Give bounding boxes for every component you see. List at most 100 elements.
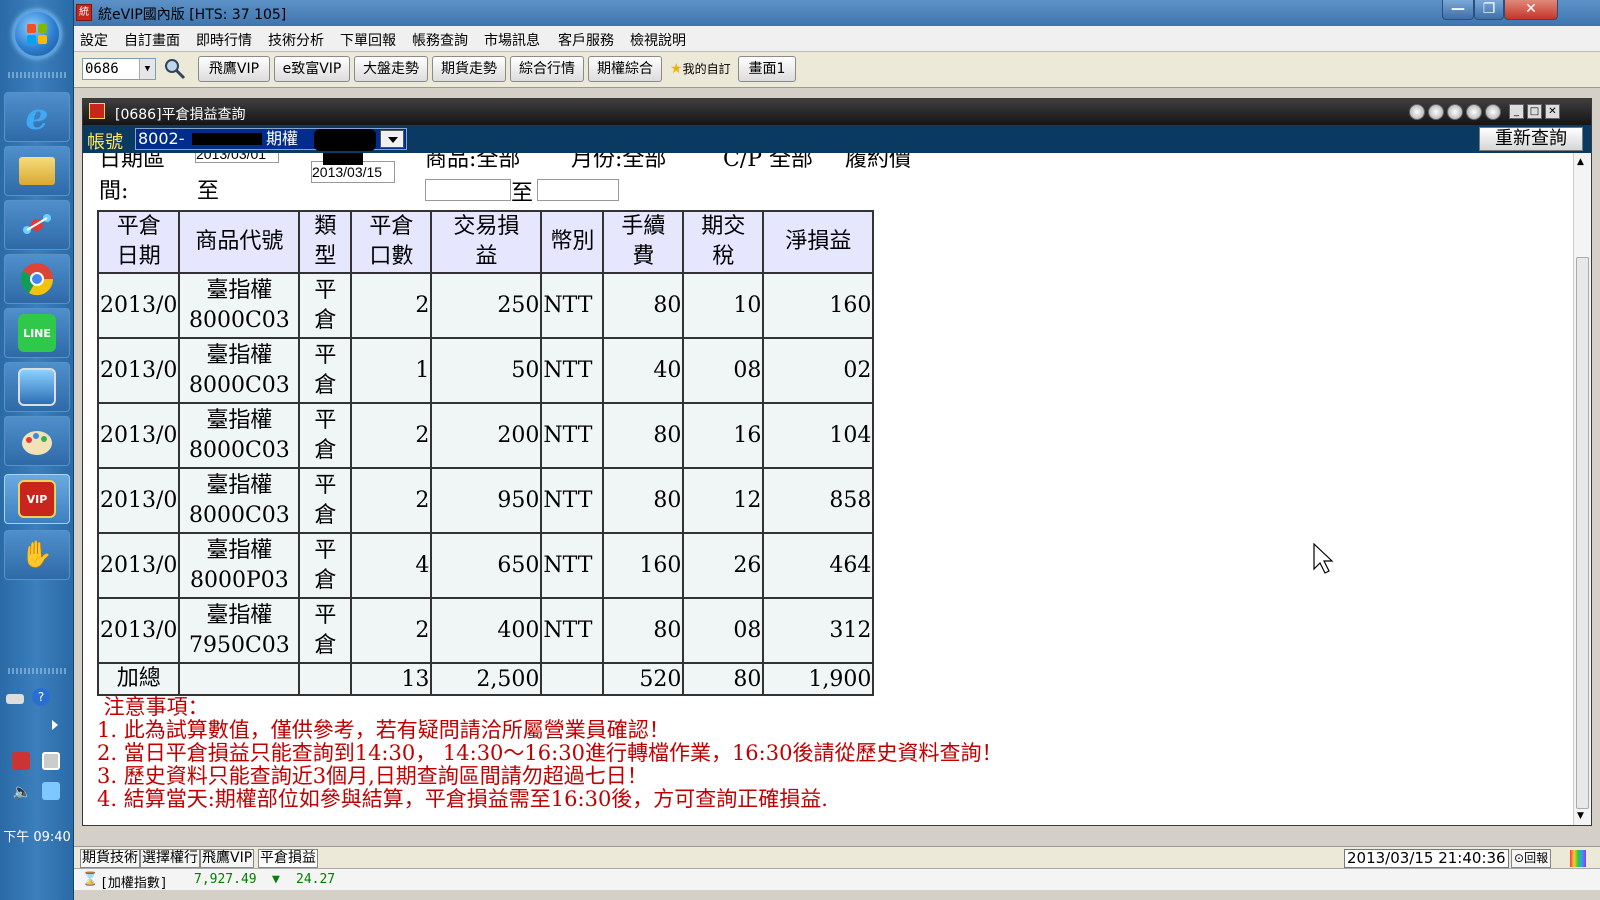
menu-customer-service[interactable]: 客戶服務 — [558, 30, 614, 50]
dropbox-icon[interactable] — [42, 782, 60, 800]
evip-icon[interactable]: VIP — [4, 474, 70, 524]
combined-quotes-button[interactable]: 綜合行情 — [510, 56, 584, 82]
flag-icon[interactable] — [12, 752, 30, 770]
chevron-down-icon[interactable]: ▼ — [139, 59, 155, 79]
col-currency[interactable]: 幣別 — [540, 210, 605, 274]
month-filter[interactable]: 月份:全部 — [571, 153, 666, 173]
child-close-button[interactable]: ✕ — [1545, 104, 1560, 119]
favorite-button[interactable]: ★我的自訂 — [670, 60, 731, 77]
requery-button[interactable]: 重新查詢 — [1479, 127, 1583, 151]
internet-explorer-icon[interactable]: e — [4, 92, 70, 142]
col-type[interactable]: 類型 — [298, 210, 353, 274]
scroll-up-icon[interactable]: ▲ — [1577, 157, 1584, 167]
col-net-pnl[interactable]: 淨損益 — [762, 210, 875, 274]
cell-close-date: 2013/0 — [96, 272, 181, 339]
link-icon[interactable] — [1409, 104, 1425, 120]
cell-close-date: 2013/0 — [96, 337, 181, 404]
minimize-button[interactable]: — — [1442, 0, 1474, 20]
chevron-down-icon[interactable] — [380, 130, 404, 148]
col-qty[interactable]: 平倉 口數 — [350, 210, 433, 274]
keyboard-icon[interactable] — [6, 694, 24, 704]
close-button[interactable]: ✕ — [1504, 0, 1558, 20]
date-range-label: 日期區 — [99, 153, 166, 172]
report-button[interactable]: ⊙回報 — [1511, 849, 1552, 868]
menu-account-query[interactable]: 帳務查詢 — [412, 30, 468, 50]
product-filter[interactable]: 商品:全部 — [425, 153, 520, 173]
table-row[interactable]: 2013/0 臺指權 8000P03 平倉 4 650 NTT 160 26 464 — [96, 532, 875, 599]
network-icon[interactable] — [4, 200, 70, 250]
table-row[interactable]: 2013/0 臺指權 8000C03 平倉 1 50 NTT 40 08 02 — [96, 337, 875, 404]
ewealth-vip-button[interactable]: e致富VIP — [274, 56, 350, 82]
menu-view-help[interactable]: 檢視說明 — [630, 30, 686, 50]
table-row[interactable]: 2013/0 臺指權 8000C03 平倉 2 250 NTT 80 10 160 — [96, 272, 875, 339]
vertical-scrollbar[interactable]: ▲ ▼ — [1573, 153, 1591, 825]
col-trade-pnl[interactable]: 交易損益 — [430, 210, 543, 274]
maximize-button[interactable]: ❐ — [1474, 0, 1504, 20]
table-row[interactable]: 2013/0 臺指權 8000C03 平倉 2 200 NTT 80 16 104 — [96, 402, 875, 469]
cell-currency: NTT — [540, 532, 605, 599]
windows-start-icon[interactable] — [13, 10, 61, 58]
strike-to-input[interactable] — [537, 179, 619, 201]
tab-options-quotes[interactable]: 選擇權行 — [140, 849, 200, 868]
menu-custom-screen[interactable]: 自訂畫面 — [124, 30, 180, 50]
scroll-down-icon[interactable]: ▼ — [1577, 811, 1584, 821]
options-futures-button[interactable]: 期權綜合 — [588, 56, 662, 82]
cell-type: 平倉 — [298, 467, 353, 534]
notes-section: 注意事項： 1. 此為試算數值，僅供參考，若有疑問請洽所屬營業員確認！ 2. 當… — [97, 696, 1002, 811]
cell-qty: 4 — [350, 532, 433, 599]
cell-product-code: 臺指權 7950C03 — [178, 597, 301, 664]
futures-trend-button[interactable]: 期貨走勢 — [432, 56, 506, 82]
date-from-input[interactable]: 2013/03/01 — [195, 153, 279, 163]
folder-icon[interactable] — [4, 146, 70, 196]
tab-eagle-vip[interactable]: 飛鷹VIP — [200, 849, 255, 868]
paint-icon[interactable] — [4, 416, 70, 466]
child-maximize-button[interactable]: □ — [1527, 104, 1542, 119]
top-icon[interactable] — [1485, 104, 1501, 120]
col-product-code[interactable]: 商品代號 — [178, 210, 301, 274]
market-trend-button[interactable]: 大盤走勢 — [354, 56, 428, 82]
cell-trade-pnl: 50 — [430, 337, 543, 404]
table-row[interactable]: 2013/0 臺指權 7950C03 平倉 2 400 NTT 80 08 312 — [96, 597, 875, 664]
menu-market-news[interactable]: 市場訊息 — [484, 30, 540, 50]
child-minimize-button[interactable]: _ — [1509, 104, 1524, 119]
scrollbar-thumb[interactable] — [1576, 257, 1589, 809]
app-logo-icon — [89, 103, 105, 119]
volume-icon[interactable]: 🔈 — [12, 782, 32, 801]
hand-icon[interactable]: ✋ — [4, 530, 70, 580]
menu-order-report[interactable]: 下單回報 — [340, 30, 396, 50]
help-icon[interactable] — [1466, 104, 1482, 120]
cp-filter[interactable]: C/P 全部 — [723, 153, 813, 173]
tab-futures-technical[interactable]: 期貨技術 — [80, 849, 140, 868]
account-select[interactable]: 8002- 期權 — [135, 128, 407, 151]
chrome-icon[interactable] — [4, 254, 70, 304]
table-row[interactable]: 2013/0 臺指權 8000C03 平倉 2 950 NTT 80 12 858 — [96, 467, 875, 534]
cell-close-date: 2013/0 — [96, 402, 181, 469]
network-status-icon[interactable] — [42, 752, 60, 770]
color-bar-icon[interactable] — [1570, 850, 1586, 867]
stock-code-input[interactable]: 0686 ▼ — [82, 58, 156, 80]
menu-realtime-quotes[interactable]: 即時行情 — [196, 30, 252, 50]
search-icon[interactable] — [164, 58, 186, 80]
window-titlebar[interactable]: 統 統eVIP國內版 [HTS: 37 105] — ❐ ✕ — [74, 0, 1600, 26]
screen-1-button[interactable]: 畫面1 — [738, 56, 796, 82]
eagle-vip-button[interactable]: 飛鷹VIP — [198, 56, 270, 82]
ticker-bar: ⌛ [加權指數] 7,927.49 ▼ 24.27 — [74, 868, 1600, 891]
total-net-pnl: 1,900 — [762, 662, 875, 696]
chevron-right-icon[interactable] — [52, 720, 60, 730]
taskbar-clock[interactable]: 下午 09:40 — [0, 826, 74, 845]
child-titlebar[interactable]: [0686]平倉損益查詢 _ □ ✕ — [83, 99, 1591, 125]
menu-settings[interactable]: 設定 — [80, 30, 108, 50]
tab-close-pnl[interactable]: 平倉損益 — [258, 849, 318, 868]
col-tax[interactable]: 期交稅 — [682, 210, 765, 274]
help-icon[interactable]: ? — [32, 688, 50, 706]
lock-icon[interactable] — [1447, 104, 1463, 120]
col-fee[interactable]: 手續費 — [602, 210, 685, 274]
info-icon[interactable] — [1428, 104, 1444, 120]
line-icon[interactable]: LINE — [4, 308, 70, 358]
ticker-icon: ⌛ — [82, 872, 99, 887]
cell-currency: NTT — [540, 597, 605, 664]
col-close-date[interactable]: 平倉 日期 — [96, 210, 181, 274]
menu-technical-analysis[interactable]: 技術分析 — [268, 30, 324, 50]
strike-from-input[interactable] — [425, 179, 511, 201]
photo-icon[interactable] — [4, 362, 70, 412]
